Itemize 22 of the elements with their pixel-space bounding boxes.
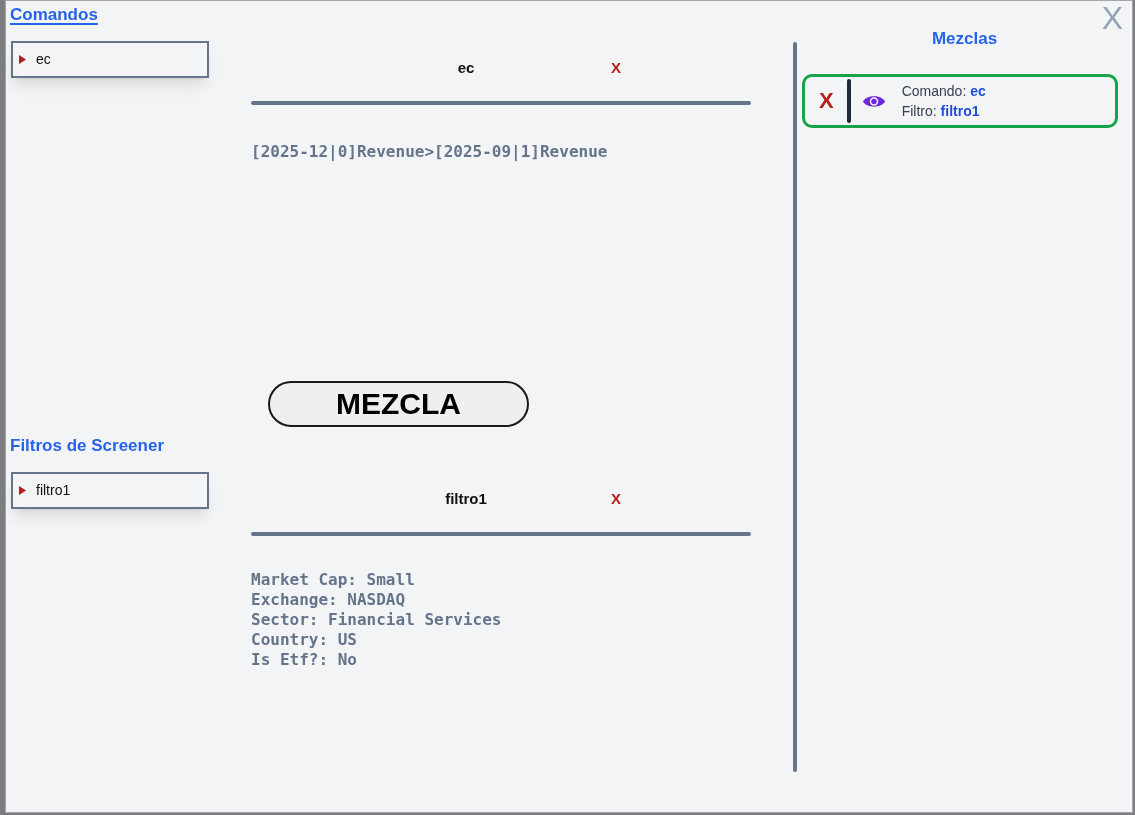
criteria-line: [2025-12|0]Revenue>[2025-09|1]Revenue <box>251 142 608 162</box>
delete-button[interactable]: X <box>819 89 834 113</box>
triangle-icon <box>19 486 26 495</box>
merge-button[interactable]: MEZCLA <box>268 381 529 427</box>
mix-filter-text: Filtro: filtro1 <box>901 102 980 121</box>
remove-button[interactable]: X <box>611 59 621 77</box>
eye-icon[interactable] <box>862 93 885 109</box>
section-link[interactable]: Comandos <box>10 4 98 26</box>
list-item[interactable]: ec <box>11 41 209 78</box>
mix-command-text: Comando: ec <box>901 82 986 101</box>
criteria-line: Sector: Financial Services <box>251 610 502 630</box>
section-link[interactable]: Filtros de Screener <box>10 435 164 457</box>
criteria-line: Is Etf?: No <box>251 650 357 670</box>
triangle-icon <box>19 55 26 64</box>
panel-title: filtro1 <box>445 489 487 509</box>
criteria-line: Market Cap: Small <box>251 570 415 590</box>
list-item[interactable]: filtro1 <box>11 472 209 509</box>
panel-title: ec <box>457 58 475 78</box>
section-heading: Mezclas <box>931 28 998 50</box>
remove-button[interactable]: X <box>611 490 621 508</box>
criteria-line: Exchange: NASDAQ <box>251 590 406 610</box>
criteria-line: Country: US <box>251 630 357 650</box>
